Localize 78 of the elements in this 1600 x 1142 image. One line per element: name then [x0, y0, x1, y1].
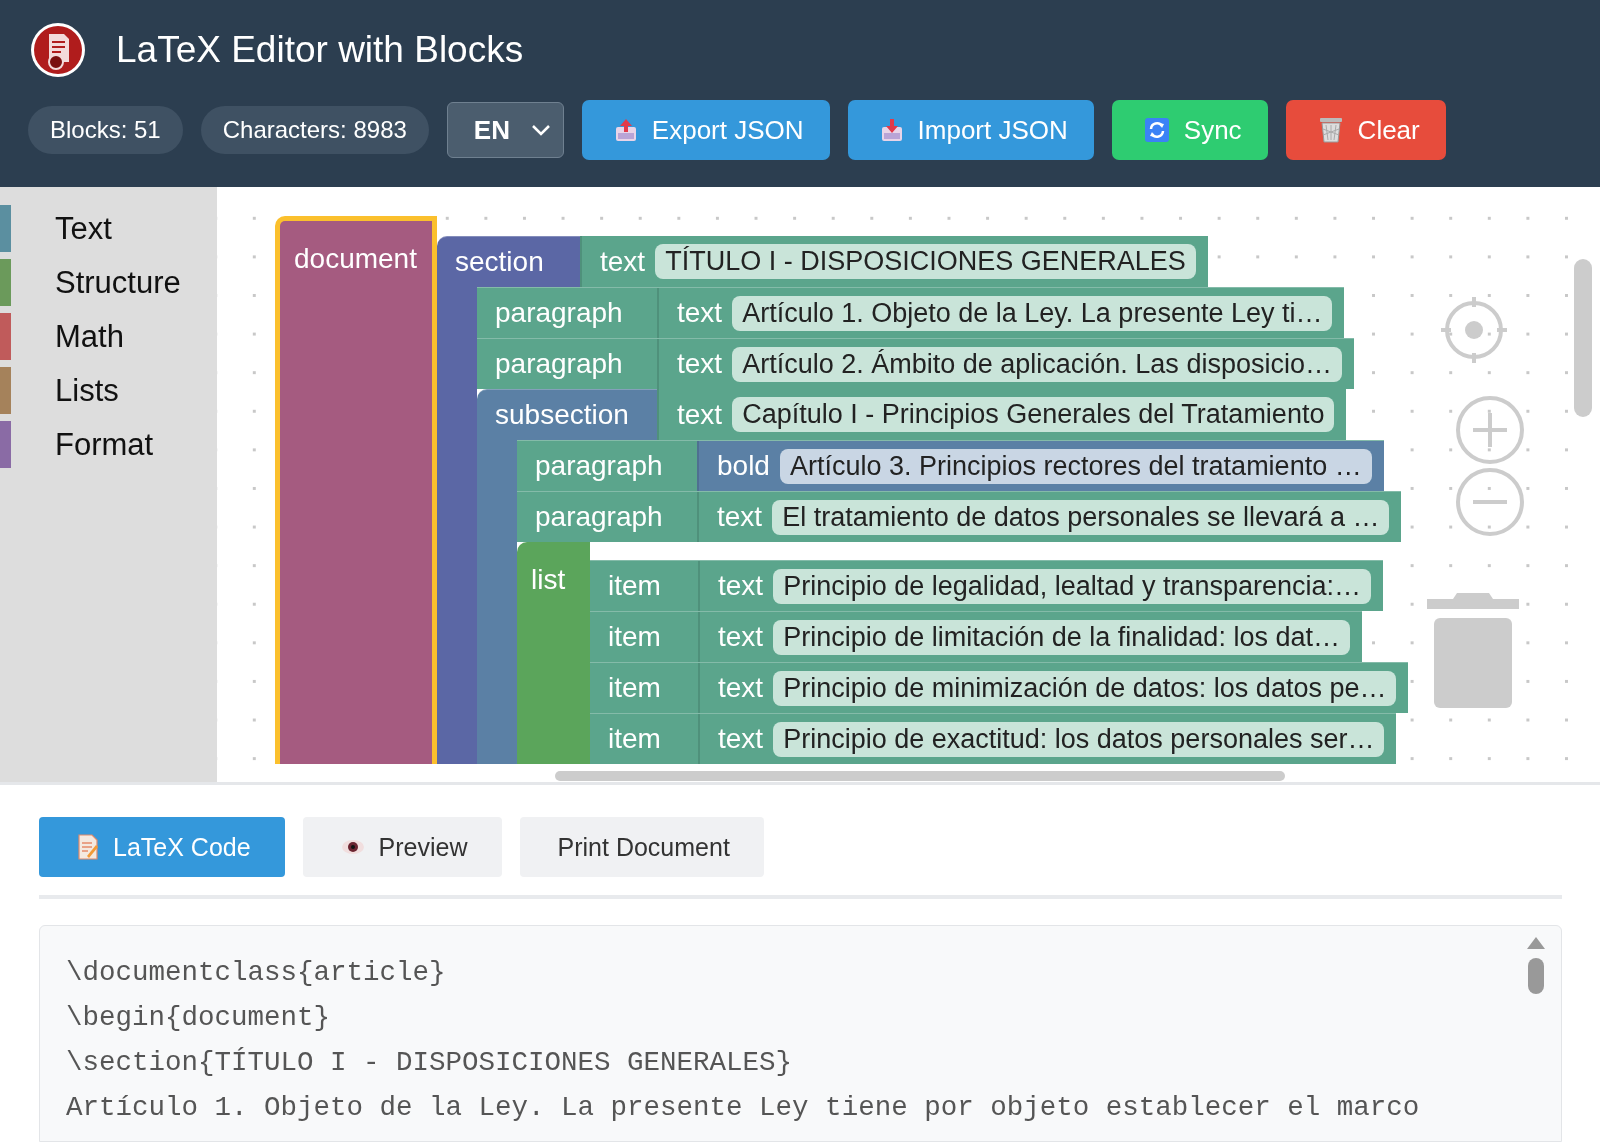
block-label: text	[718, 621, 764, 653]
block-label: item	[608, 672, 661, 704]
block-text-field[interactable]: Principio de limitación de la finalidad: los dat…	[773, 619, 1350, 655]
memo-icon	[77, 834, 99, 860]
output-tab[interactable]: Preview	[302, 817, 502, 877]
block-label: text	[718, 723, 764, 755]
app-title: LaTeX Editor with Blocks	[116, 29, 524, 71]
block-text-field[interactable]: Artículo 1. Objeto de la Ley. La presente Ley ti…	[732, 295, 1333, 331]
item-block[interactable]: item text Principio de limitación de la finalidad: los dat…	[590, 611, 1362, 662]
item-block[interactable]: item text Principio de legalidad, lealtad y transparencia:…	[590, 560, 1383, 611]
bold-block[interactable]: bold Artículo 3. Principios rectores del tratamiento …	[697, 441, 1384, 491]
paragraph-block[interactable]: paragraph text Artículo 1. Objeto de la Ley. La presente Ley ti…	[477, 287, 1345, 338]
toolbox-category[interactable]: Structure	[55, 264, 181, 301]
block-label: text	[677, 348, 723, 380]
block-label: section	[455, 246, 544, 278]
code-line: Artículo 1. Objeto de la Ley. La presente Ley tiene por objeto establecer el marco	[66, 1091, 1420, 1125]
toolbox-category[interactable]: Math	[55, 318, 124, 355]
document-block[interactable]: document	[275, 216, 437, 764]
block-label: text	[717, 501, 763, 533]
code-line: \section{TÍTULO I - DISPOSICIONES GENERALES}	[66, 1046, 793, 1080]
clear-button[interactable]: Clear	[1285, 100, 1446, 160]
paragraph-block[interactable]: paragraph text Artículo 2. Ámbito de aplicación. Las disposicio…	[477, 338, 1354, 389]
stat-badge: Blocks: 51	[28, 106, 183, 154]
download-tray-icon	[879, 117, 904, 143]
subsection-block[interactable]: subsection	[477, 389, 657, 440]
block-text-field[interactable]: Capítulo I - Principios Generales del Tratamiento	[732, 397, 1335, 432]
upload-tray-icon	[613, 117, 638, 143]
text-block[interactable]: text Capítulo I - Principios Generales del Tratamiento	[657, 389, 1347, 440]
text-block[interactable]: text TÍTULO I - DISPOSICIONES GENERALES	[580, 236, 1208, 287]
scroll-up-icon[interactable]	[1526, 936, 1546, 950]
toolbox-category[interactable]: Format	[55, 426, 154, 463]
zoom-in-icon[interactable]	[1455, 395, 1525, 465]
block-label: paragraph	[495, 348, 623, 380]
scrollbar[interactable]	[1528, 958, 1544, 994]
code-line: \documentclass{article}	[66, 956, 446, 990]
block-text-field[interactable]: Artículo 2. Ámbito de aplicación. Las disposicio…	[732, 346, 1342, 382]
block-label: text	[718, 570, 764, 602]
code-line: \begin{document}	[66, 1001, 331, 1035]
block-text-field[interactable]: Principio de exactitud: los datos personales ser…	[773, 721, 1385, 757]
block-text-field[interactable]: Artículo 3. Principios rectores del tratamiento …	[779, 448, 1372, 484]
section-block[interactable]: section	[437, 236, 580, 287]
wastebasket-icon	[1317, 116, 1344, 144]
output-tab[interactable]: Print Document	[519, 817, 764, 877]
chevron-down-icon	[530, 124, 551, 136]
scrollbar[interactable]	[1574, 259, 1592, 417]
toolbox-category[interactable]: Text	[55, 210, 112, 247]
block-label: item	[608, 723, 661, 755]
block-text-field[interactable]: El tratamiento de datos personales se llevará a …	[772, 499, 1390, 535]
stat-badge: Characters: 8983	[200, 106, 429, 154]
item-block[interactable]: item text Principio de minimización de datos: los datos pe…	[590, 662, 1409, 713]
block-text-field[interactable]: TÍTULO I - DISPOSICIONES GENERALES	[655, 244, 1196, 279]
trash-icon[interactable]	[1427, 593, 1519, 709]
toolbox-category[interactable]: Lists	[55, 372, 119, 409]
language-select[interactable]: EN	[446, 102, 564, 158]
block-label: text	[677, 398, 723, 431]
block-label: text	[718, 672, 764, 704]
block-label: paragraph	[535, 450, 663, 482]
zoom-out-icon[interactable]	[1455, 467, 1525, 537]
block-label: paragraph	[495, 297, 623, 329]
block-label: document	[294, 243, 417, 274]
block-label: text	[600, 245, 646, 278]
scrollbar[interactable]	[555, 771, 1285, 781]
block-label: list	[531, 564, 566, 595]
block-text-field[interactable]: Principio de minimización de datos: los datos pe…	[773, 670, 1397, 706]
block-label: text	[677, 297, 723, 329]
paragraph-block[interactable]: paragraph text El tratamiento de datos personales se llevará a …	[517, 491, 1402, 542]
target-icon[interactable]	[1439, 295, 1509, 365]
block-label: item	[608, 621, 661, 653]
block-text-field[interactable]: Principio de legalidad, lealtad y transparencia:…	[773, 568, 1371, 604]
block-label: subsection	[495, 399, 629, 431]
eye-icon	[340, 838, 365, 856]
refresh-icon	[1143, 117, 1170, 143]
block-label: paragraph	[535, 501, 663, 533]
block-label: bold	[717, 450, 770, 482]
block-label: item	[608, 570, 661, 602]
item-block[interactable]: item text Principio de exactitud: los datos personales ser…	[590, 713, 1397, 764]
app-logo	[30, 22, 86, 78]
paragraph-block[interactable]: paragraph bold Artículo 3. Principios rectores del tratamiento …	[517, 440, 1384, 491]
